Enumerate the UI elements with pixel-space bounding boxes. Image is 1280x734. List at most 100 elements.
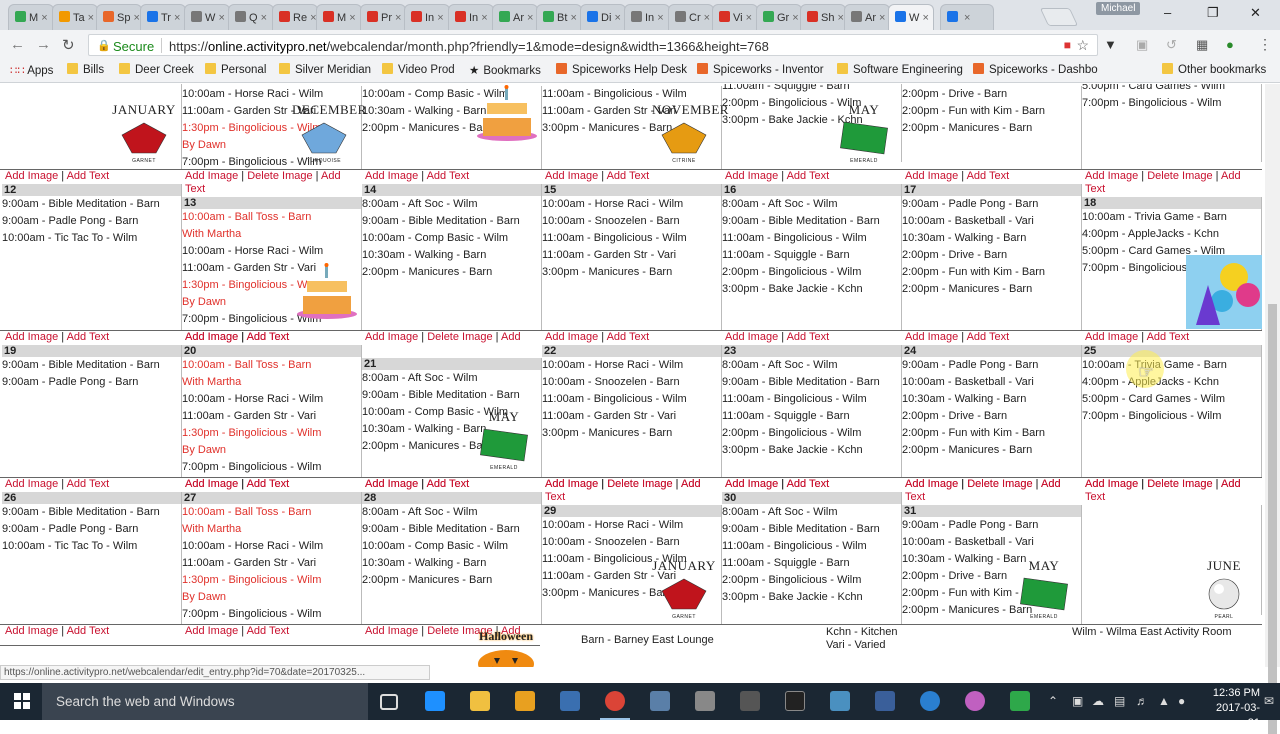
add-image-link[interactable]: Add Image	[365, 478, 418, 490]
browser-tab[interactable]: M ×	[8, 4, 54, 30]
event-entry[interactable]: 11:00am - Squiggle - Barn	[722, 555, 901, 572]
itunes-icon[interactable]	[965, 691, 985, 711]
event-entry[interactable]: By Dawn	[182, 442, 361, 459]
taskbar-search-box[interactable]: Search the web and Windows	[42, 683, 368, 720]
add-image-link[interactable]: Add Image	[725, 331, 778, 343]
browser-tab[interactable]: Re ×	[272, 4, 318, 30]
event-entry[interactable]: 9:00am - Padle Pong - Barn	[902, 196, 1081, 213]
reload-icon[interactable]: ↻	[62, 36, 75, 54]
bookmark-bills[interactable]: Bills	[67, 63, 104, 76]
tab-close-icon[interactable]: ×	[258, 12, 267, 24]
edge-icon[interactable]	[425, 691, 445, 711]
add-text-link[interactable]: Add Text	[67, 331, 110, 343]
event-entry[interactable]: 1:30pm - Bingolicious - Wilm	[182, 572, 361, 589]
browser-tab[interactable]: Ar ×	[492, 4, 538, 30]
chrome-icon[interactable]	[605, 691, 625, 711]
event-entry[interactable]: 2:00pm - Drive - Barn	[902, 247, 1081, 264]
birthday-cake-image[interactable]	[295, 262, 359, 320]
event-entry[interactable]: 9:00am - Bible Meditation - Barn	[362, 213, 541, 230]
event-entry[interactable]: 9:00am - Bible Meditation - Barn	[722, 213, 901, 230]
tab-close-icon[interactable]: ×	[611, 12, 620, 24]
browser-tab[interactable]: In ×	[624, 4, 670, 30]
event-entry[interactable]: 10:00am - Trivia Game - Barn	[1082, 209, 1261, 226]
add-text-link[interactable]: Add Text	[1147, 331, 1190, 343]
app-icon[interactable]	[875, 691, 895, 711]
add-image-link[interactable]: Add Image	[185, 625, 238, 637]
add-image-link[interactable]: Add Image	[1085, 331, 1138, 343]
event-entry[interactable]: 3:00pm - Bake Jackie - Kchn	[722, 281, 901, 298]
browser-tab[interactable]: Gr ×	[756, 4, 802, 30]
add-text-link[interactable]: Add Text	[967, 331, 1010, 343]
event-entry[interactable]: 8:00am - Aft Soc - Wilm	[362, 504, 541, 521]
event-entry[interactable]: 9:00am - Padle Pong - Barn	[2, 374, 181, 391]
event-entry[interactable]: 9:00am - Padle Pong - Barn	[2, 213, 181, 230]
add-image-link[interactable]: Add Image	[185, 331, 238, 343]
event-entry[interactable]: 10:00am - Basketball - Vari	[902, 374, 1081, 391]
event-entry[interactable]: 11:00am - Bingolicious - Wilm	[542, 391, 721, 408]
event-entry[interactable]: 5:00pm - Card Games - Wilm	[1082, 84, 1261, 95]
bookmark-deer-creek[interactable]: Deer Creek	[119, 63, 194, 76]
tab-close-icon[interactable]: ×	[478, 12, 487, 24]
tab-close-icon[interactable]: ×	[130, 12, 140, 24]
event-entry[interactable]: 11:00am - Bingolicious - Wilm	[722, 230, 901, 247]
delete-image-link[interactable]: Delete Image	[607, 478, 672, 490]
browser-tab[interactable]: Sp ×	[96, 4, 142, 30]
add-text-link[interactable]: Add Text	[67, 625, 110, 637]
event-entry[interactable]: 7:00pm - Bingolicious - Wilm	[1082, 95, 1261, 112]
event-entry[interactable]: 11:00am - Bingolicious - Wilm	[722, 391, 901, 408]
event-entry[interactable]: 2:00pm - Manicures - Barn	[902, 442, 1081, 459]
tab-close-icon[interactable]: ×	[743, 12, 752, 24]
browser-tab[interactable]: Ar ×	[844, 4, 890, 30]
onedrive-icon[interactable]: ☁	[1092, 694, 1104, 708]
event-entry[interactable]: 11:00am - Squiggle - Barn	[722, 84, 901, 95]
tab-close-icon[interactable]: ×	[38, 12, 47, 24]
hangouts-icon[interactable]	[1010, 691, 1030, 711]
event-entry[interactable]: 11:00am - Bingolicious - Wilm	[542, 86, 721, 103]
tab-close-icon[interactable]: ×	[701, 12, 710, 24]
add-image-link[interactable]: Add Image	[725, 170, 778, 182]
event-entry[interactable]: 10:00am - Ball Toss - Barn	[182, 504, 361, 521]
content-blocked-icon[interactable]: ■	[1064, 38, 1071, 52]
event-entry[interactable]: 9:00am - Bible Meditation - Barn	[2, 196, 181, 213]
file-explorer-icon[interactable]	[470, 691, 490, 711]
browser-tab[interactable]: Vi ×	[712, 4, 758, 30]
event-entry[interactable]: 8:00am - Aft Soc - Wilm	[722, 196, 901, 213]
event-entry[interactable]: 8:00am - Aft Soc - Wilm	[362, 370, 541, 387]
add-image-link[interactable]: Add Image	[725, 478, 778, 490]
add-image-link[interactable]: Add Image	[905, 170, 958, 182]
birthday-cake-image[interactable]	[475, 84, 539, 142]
maximize-icon[interactable]: ❐	[1207, 5, 1219, 21]
event-entry[interactable]: 9:00am - Bible Meditation - Barn	[362, 521, 541, 538]
event-entry[interactable]: 3:00pm - Bake Jackie - Kchn	[722, 589, 901, 606]
add-image-link[interactable]: Add Image	[1085, 170, 1138, 182]
tab-close-icon[interactable]: ×	[567, 12, 576, 24]
add-image-link[interactable]: Add Image	[5, 170, 58, 182]
event-entry[interactable]: 4:00pm - AppleJacks - Kchn	[1082, 374, 1261, 391]
event-entry[interactable]: 10:30am - Walking - Barn	[362, 247, 541, 264]
event-entry[interactable]: 10:00am - Trivia Game - Barn	[1082, 357, 1261, 374]
add-text-link[interactable]: Add Text	[787, 170, 830, 182]
event-entry[interactable]: 9:00am - Bible Meditation - Barn	[2, 504, 181, 521]
address-bar[interactable]: 🔒 Secure https://online.activitypro.net/…	[88, 34, 1098, 56]
app-icon[interactable]	[560, 691, 580, 711]
event-entry[interactable]: 1:30pm - Bingolicious - Wilm	[182, 425, 361, 442]
event-entry[interactable]: 9:00am - Bible Meditation - Barn	[2, 357, 181, 374]
add-text-link[interactable]: Add Text	[247, 478, 290, 490]
birthstone-image-january[interactable]: JANUARY GARNET	[652, 558, 716, 620]
browser-tab[interactable]: In ×	[404, 4, 450, 30]
back-icon[interactable]: ←	[10, 36, 25, 53]
event-entry[interactable]: 9:00am - Bible Meditation - Barn	[722, 374, 901, 391]
taskbar-clock[interactable]: 12:36 PM 2017-03-31	[1204, 686, 1260, 731]
event-entry[interactable]: 2:00pm - Manicures - Barn	[902, 281, 1081, 298]
bookmark-video-prod[interactable]: Video Prod	[382, 63, 455, 76]
delete-image-link[interactable]: Delete Image	[427, 331, 492, 343]
event-entry[interactable]: 2:00pm - Manicures - Barn	[362, 572, 541, 589]
event-entry[interactable]: 2:00pm - Drive - Barn	[902, 86, 1081, 103]
event-entry[interactable]: 8:00am - Aft Soc - Wilm	[722, 504, 901, 521]
app-icon[interactable]	[830, 691, 850, 711]
bookmark-star-icon[interactable]: ☆	[1076, 37, 1089, 54]
event-entry[interactable]: 10:00am - Horse Raci - Wilm	[182, 243, 361, 260]
event-entry[interactable]: 9:00am - Bible Meditation - Barn	[722, 521, 901, 538]
browser-tab[interactable]: Q ×	[228, 4, 274, 30]
event-entry[interactable]: 10:00am - Basketball - Vari	[902, 534, 1081, 551]
